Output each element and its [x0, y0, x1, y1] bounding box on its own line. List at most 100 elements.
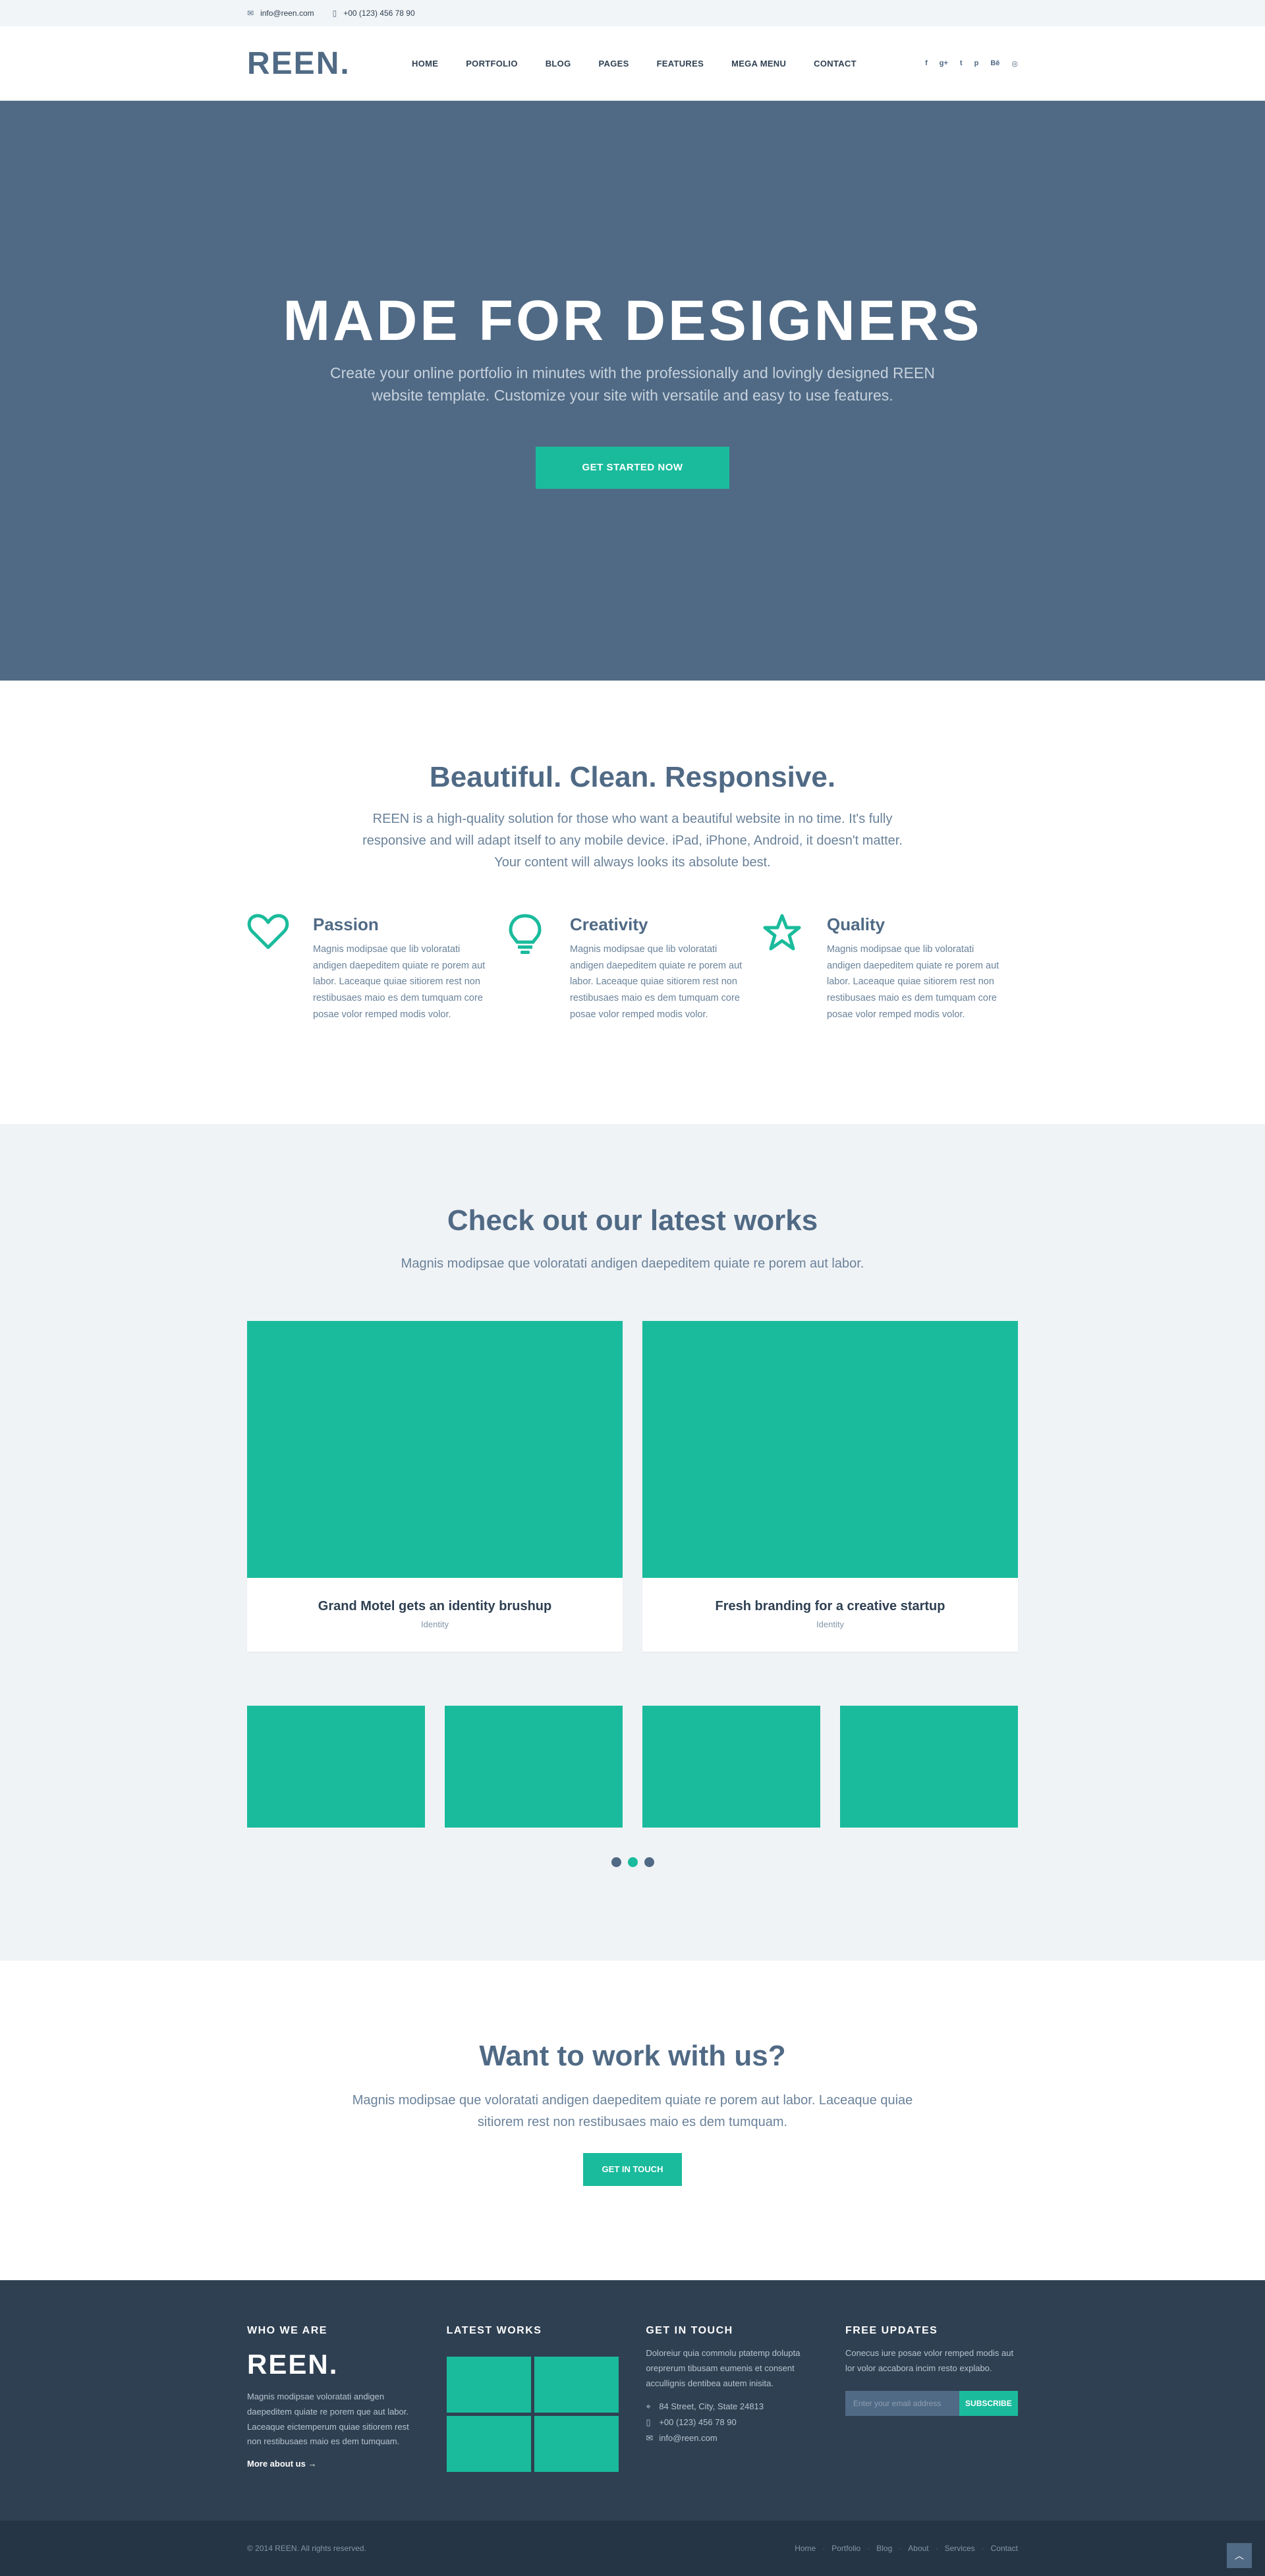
work-category: Identity — [421, 1619, 449, 1629]
footer-logo: REEN. — [247, 2349, 339, 2380]
work-category: Identity — [816, 1619, 844, 1629]
nav-pages[interactable]: PAGES — [599, 59, 629, 69]
feature-item: Creativity Magnis modipsae que lib volor… — [504, 913, 761, 1022]
feature-text: Magnis modipsae que lib voloratati andig… — [313, 944, 486, 1020]
subscribe-button[interactable]: SUBSCRIBE — [959, 2390, 1018, 2416]
main-nav: HOME PORTFOLIO BLOG PAGES FEATURES MEGA … — [412, 59, 913, 69]
footer-updates: FREE UPDATES Conecus iure posae volor re… — [845, 2325, 1018, 2472]
work-thumbnail[interactable] — [840, 1706, 1018, 1828]
google-plus-icon[interactable]: g+ — [940, 59, 948, 68]
footer-link-contact[interactable]: Contact — [991, 2544, 1018, 2553]
feature-title: Passion — [313, 914, 379, 934]
twitter-icon[interactable]: t — [960, 59, 963, 68]
map-pin-icon: ⌖ — [646, 2401, 651, 2412]
pinterest-icon[interactable]: p — [974, 59, 979, 68]
features-section: Beautiful. Clean. Responsive. REEN is a … — [0, 681, 1265, 1124]
topbar-email-text: info@reen.com — [260, 9, 314, 18]
cta-title: Want to work with us? — [479, 2040, 786, 2072]
work-title[interactable]: Fresh branding for a creative startup — [642, 1599, 1018, 1614]
cta-section: Want to work with us? Magnis modipsae qu… — [0, 1961, 1265, 2280]
footer-link-home[interactable]: Home — [795, 2544, 816, 2553]
works-title: Check out our latest works — [447, 1204, 818, 1237]
logo[interactable]: REEN. — [247, 45, 412, 82]
feature-item: Quality Magnis modipsae que lib volorata… — [761, 913, 1018, 1022]
topbar-email[interactable]: ✉ info@reen.com — [247, 9, 314, 18]
get-in-touch-button[interactable]: GET IN TOUCH — [583, 2153, 682, 2186]
carousel-dot[interactable] — [611, 1857, 621, 1867]
work-card[interactable]: Grand Motel gets an identity brushup Ide… — [247, 1321, 623, 1652]
more-about-link[interactable]: More about us → — [247, 2459, 420, 2469]
features-list: Passion Magnis modipsae que lib volorata… — [247, 913, 1018, 1022]
work-thumbnail[interactable] — [247, 1706, 425, 1828]
work-card[interactable]: Fresh branding for a creative startup Id… — [642, 1321, 1018, 1652]
features-title: Beautiful. Clean. Responsive. — [429, 761, 836, 793]
hero-subtitle: Create your online portfolio in minutes … — [330, 364, 935, 405]
lightbulb-icon — [504, 913, 570, 966]
carousel-dot[interactable] — [644, 1857, 654, 1867]
feature-title: Creativity — [570, 914, 648, 934]
social-links: f g+ t p Bē ◎ — [913, 59, 1018, 68]
site-header: REEN. HOME PORTFOLIO BLOG PAGES FEATURES… — [0, 26, 1265, 101]
nav-mega-menu[interactable]: MEGA MENU — [731, 59, 786, 69]
hero-title: MADE FOR DESIGNERS — [283, 289, 982, 352]
footer-link-blog[interactable]: Blog — [876, 2544, 892, 2553]
topbar-phone: ▯ +00 (123) 456 78 90 — [333, 9, 415, 18]
facebook-icon[interactable]: f — [925, 59, 928, 68]
nav-contact[interactable]: CONTACT — [814, 59, 857, 69]
footer-updates-text: Conecus iure posae volor remped modis au… — [845, 2348, 1014, 2373]
mobile-icon: ▯ — [646, 2417, 651, 2428]
footer-link-services[interactable]: Services — [945, 2544, 975, 2553]
cta-subtitle: Magnis modipsae que voloratati andigen d… — [352, 2093, 913, 2129]
footer-work-thumbnail[interactable] — [534, 2357, 619, 2413]
nav-blog[interactable]: BLOG — [546, 59, 571, 69]
footer-link-about[interactable]: About — [908, 2544, 928, 2553]
heart-icon — [247, 913, 313, 966]
hero-section: MADE FOR DESIGNERS Create your online po… — [0, 101, 1265, 681]
feature-item: Passion Magnis modipsae que lib volorata… — [247, 913, 504, 1022]
email-field[interactable] — [845, 2390, 959, 2416]
footer-work-thumbnail[interactable] — [446, 2416, 531, 2472]
work-thumbnail[interactable] — [445, 1706, 623, 1828]
get-started-button[interactable]: GET STARTED NOW — [536, 446, 729, 489]
footer-phone: ▯ +00 (123) 456 78 90 — [646, 2417, 737, 2428]
chevron-up-icon[interactable]: ︿ — [1227, 2543, 1252, 2568]
nav-features[interactable]: FEATURES — [657, 59, 704, 69]
site-footer: WHO WE ARE REEN. Magnis modipsae volorat… — [0, 2280, 1265, 2521]
footer-heading: GET IN TOUCH — [646, 2325, 733, 2336]
footer-heading: FREE UPDATES — [845, 2325, 938, 2336]
footer-works: LATEST WORKS — [446, 2325, 619, 2472]
work-title[interactable]: Grand Motel gets an identity brushup — [247, 1599, 623, 1614]
works-featured: Grand Motel gets an identity brushup Ide… — [247, 1321, 1018, 1652]
feature-text: Magnis modipsae que lib voloratati andig… — [827, 944, 999, 1020]
dribbble-icon[interactable]: ◎ — [1011, 59, 1018, 68]
work-thumbnail[interactable] — [642, 1706, 820, 1828]
footer-address: ⌖ 84 Street, City, State 24813 — [646, 2401, 764, 2412]
nav-home[interactable]: HOME — [412, 59, 438, 69]
footer-work-thumbnail[interactable] — [534, 2416, 619, 2472]
work-image[interactable] — [642, 1321, 1018, 1578]
feature-text: Magnis modipsae que lib voloratati andig… — [570, 944, 743, 1020]
subscribe-form: SUBSCRIBE — [845, 2390, 1018, 2416]
footer-link-portfolio[interactable]: Portfolio — [831, 2544, 860, 2553]
carousel-dot-active[interactable] — [627, 1857, 638, 1867]
copyright: © 2014 REEN. All rights reserved. — [247, 2544, 366, 2553]
star-icon — [761, 913, 827, 966]
footer-email[interactable]: ✉ info@reen.com — [646, 2433, 818, 2444]
features-subtitle: REEN is a high-quality solution for thos… — [362, 812, 903, 870]
footer-heading: LATEST WORKS — [446, 2325, 542, 2336]
footer-contact-text: Doloreiur quia commolu ptatemp dolupta o… — [646, 2348, 801, 2388]
works-section: Check out our latest works Magnis modips… — [0, 1124, 1265, 1961]
carousel-dots — [247, 1857, 1018, 1867]
nav-portfolio[interactable]: PORTFOLIO — [466, 59, 518, 69]
work-image[interactable] — [247, 1321, 623, 1578]
footer-about-text: Magnis modipsae voloratati andigen daepe… — [247, 2392, 409, 2447]
behance-icon[interactable]: Bē — [990, 59, 999, 68]
works-subtitle: Magnis modipsae que voloratati andigen d… — [401, 1256, 864, 1271]
topbar-phone-text: +00 (123) 456 78 90 — [343, 9, 415, 18]
topbar: ✉ info@reen.com ▯ +00 (123) 456 78 90 — [0, 0, 1265, 26]
footer-work-thumbnail[interactable] — [446, 2357, 531, 2413]
footer-bottom-bar: © 2014 REEN. All rights reserved. Home ·… — [0, 2521, 1265, 2576]
envelope-icon: ✉ — [646, 2433, 654, 2444]
footer-heading: WHO WE ARE — [247, 2325, 327, 2336]
feature-title: Quality — [827, 914, 886, 934]
